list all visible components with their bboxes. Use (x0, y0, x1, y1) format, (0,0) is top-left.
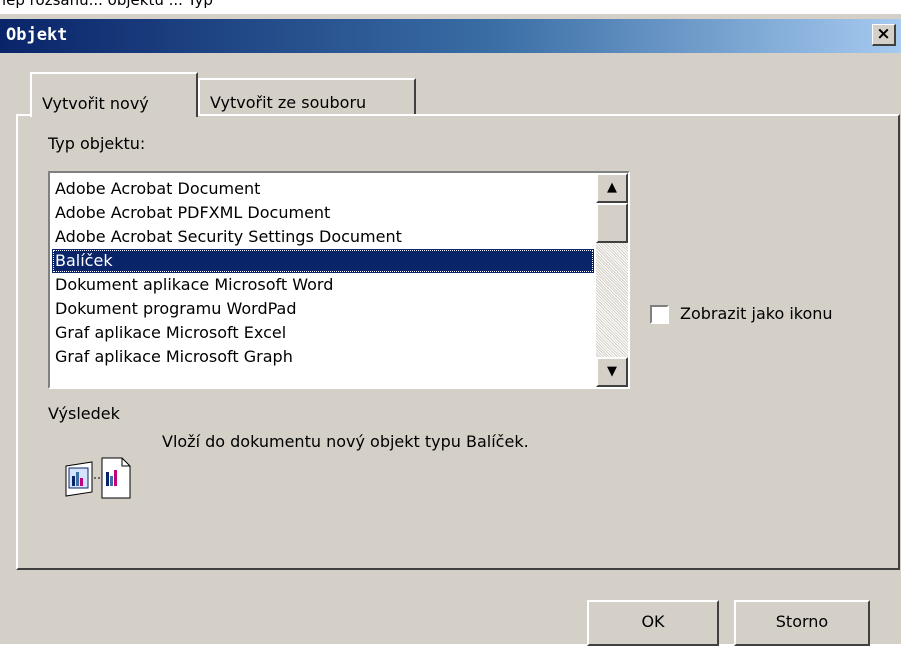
list-item[interactable]: Dokument programu WordPad (52, 297, 594, 321)
list-item-selected[interactable]: Balíček (52, 249, 594, 273)
ok-button-label: OK (641, 612, 665, 631)
list-item[interactable]: Adobe Acrobat Security Settings Document (52, 225, 594, 249)
result-text: Vloží do dokumentu nový objekt typu Balí… (162, 432, 529, 451)
object-type-label: Typ objektu: (48, 134, 146, 153)
tab-create-from-file[interactable]: Vytvořit ze souboru (198, 78, 416, 115)
list-item[interactable]: Dokument aplikace Microsoft Word (52, 273, 594, 297)
display-as-icon-label[interactable]: Zobrazit jako ikonu (680, 304, 833, 323)
background-page-text: lep rozsahu... objektu ... Typ (0, 0, 901, 14)
display-as-icon-checkbox[interactable] (650, 305, 669, 324)
close-icon: × (876, 24, 891, 44)
list-item[interactable]: Graf aplikace Microsoft Graph (52, 345, 594, 369)
object-dialog: Objekt × Vytvořit nový Vytvořit ze soubo… (0, 14, 901, 646)
cancel-button[interactable]: Storno (734, 600, 870, 646)
object-type-list[interactable]: Adobe Acrobat Document Adobe Acrobat PDF… (48, 171, 630, 389)
scroll-down-button[interactable]: ▼ (596, 357, 628, 387)
result-label: Výsledek (48, 404, 120, 423)
close-button[interactable]: × (872, 24, 896, 46)
dialog-title: Objekt (6, 25, 68, 45)
cancel-button-label: Storno (775, 612, 829, 631)
scroll-down-arrow-icon: ▼ (607, 364, 617, 379)
ok-button[interactable]: OK (587, 600, 719, 646)
scroll-up-button[interactable]: ▲ (596, 173, 628, 203)
scrollbar-thumb[interactable] (596, 203, 628, 243)
package-object-icon (65, 457, 131, 499)
tab-create-new-label: Vytvořit nový (42, 94, 149, 113)
background-page-line: lep rozsahu... objektu ... Typ (2, 0, 213, 9)
object-type-items: Adobe Acrobat Document Adobe Acrobat PDF… (52, 177, 594, 369)
list-item[interactable]: Adobe Acrobat Document (52, 177, 594, 201)
tab-create-new[interactable]: Vytvořit nový (30, 72, 198, 117)
list-item[interactable]: Adobe Acrobat PDFXML Document (52, 201, 594, 225)
scroll-up-arrow-icon: ▲ (607, 180, 617, 195)
list-item[interactable]: Graf aplikace Microsoft Excel (52, 321, 594, 345)
vertical-scrollbar[interactable]: ▲ ▼ (596, 173, 628, 387)
title-bar[interactable]: Objekt × (0, 19, 901, 53)
tab-create-from-file-label: Vytvořit ze souboru (210, 93, 367, 112)
